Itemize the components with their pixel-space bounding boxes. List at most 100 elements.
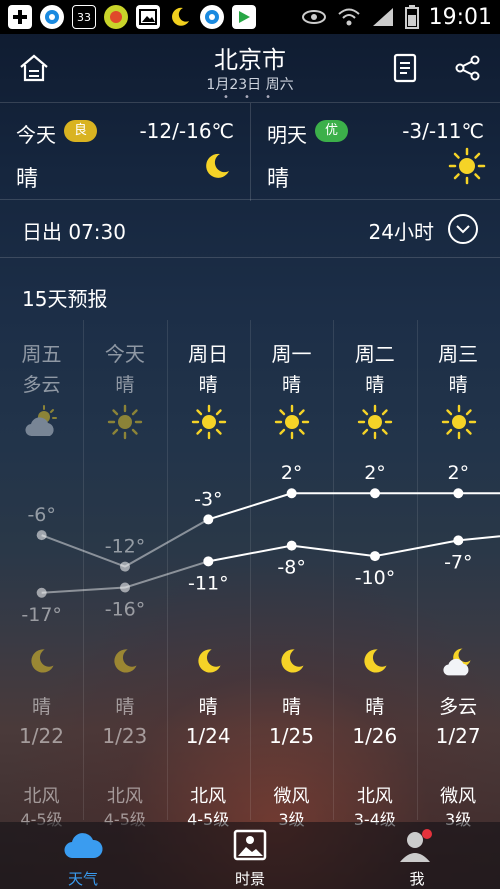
- today-aqi-badge: 良: [64, 120, 98, 142]
- eye-icon: [301, 10, 326, 24]
- forecast-date: 1/26: [352, 724, 398, 748]
- high-temp-label: -3°: [194, 488, 222, 510]
- hourly-expand-button[interactable]: [448, 214, 478, 244]
- forecast-wind-direction: 北风: [190, 786, 227, 807]
- video-icon: [232, 5, 256, 29]
- app-header: 北京市 1月23日 周六 • • •: [0, 34, 500, 103]
- today-tomorrow-panel: 今天 良 -12/-16℃ 晴 明天 优 -3/-11℃ 晴: [0, 102, 500, 201]
- tomorrow-condition: 晴: [267, 167, 290, 192]
- moon-icon: [206, 153, 229, 178]
- low-temp-label: -17°: [21, 604, 62, 626]
- header-date: 1月23日 周六: [206, 77, 294, 93]
- plus-icon: [8, 5, 32, 29]
- high-temp-label: 2°: [448, 462, 470, 484]
- notification-count: 33: [77, 10, 91, 24]
- forecast-wind-direction: 北风: [356, 786, 393, 807]
- forecast-night-condition: 晴: [115, 696, 135, 718]
- temp-point: [119, 582, 130, 593]
- forecast-night-condition: 晴: [281, 696, 301, 718]
- nav-me[interactable]: 我: [334, 822, 500, 889]
- low-temp-label: -7°: [444, 551, 472, 573]
- high-temp-label: 2°: [364, 462, 386, 484]
- moon-status-icon: [168, 5, 192, 29]
- moon-icon: [281, 649, 304, 673]
- share-icon: [455, 55, 480, 81]
- low-temp-label: -16°: [105, 599, 146, 621]
- nav-weather[interactable]: 天气: [0, 822, 166, 889]
- sunrise-row: 日出 07:30 24小时: [0, 200, 500, 258]
- news-button[interactable]: [388, 50, 424, 86]
- notification-count-icon: 33: [72, 5, 96, 29]
- temp-point: [286, 488, 297, 499]
- app-icon: [104, 5, 128, 29]
- browser-icon-2: [200, 5, 224, 29]
- temp-point: [286, 540, 297, 551]
- forecast-title: 15天预报: [22, 287, 108, 311]
- forecast-date: 1/25: [269, 724, 314, 748]
- wifi-icon: [337, 8, 360, 26]
- forecast-night-condition: 多云: [439, 696, 478, 718]
- forecast-night-condition: 晴: [198, 696, 218, 718]
- moon-icon: [114, 649, 137, 673]
- gallery-icon: [136, 5, 160, 29]
- forecast-night-condition: 晴: [365, 696, 385, 718]
- high-temp-label: 2°: [281, 462, 303, 484]
- forecast-wind-direction: 北风: [106, 786, 143, 807]
- clock: 19:01: [428, 4, 492, 30]
- moon-icon: [364, 649, 387, 673]
- city-name[interactable]: 北京市: [0, 40, 500, 75]
- forecast-date: 1/27: [435, 724, 481, 748]
- forecast-date: 1/24: [185, 724, 231, 748]
- temp-point: [203, 514, 214, 525]
- person-icon: [400, 829, 432, 862]
- browser-icon: [40, 5, 64, 29]
- sunrise-time: 日出 07:30: [22, 220, 126, 244]
- temp-point: [36, 530, 47, 541]
- low-temp-label: -10°: [355, 567, 396, 589]
- moon-icon: [31, 649, 54, 673]
- low-temp-label: -11°: [188, 572, 229, 594]
- moon-cloud-icon: [443, 648, 471, 676]
- temperature-chart: -6° -12° -3° 2° 2° 2° -17° -16° -11° -8° -10° -7°: [21, 462, 500, 626]
- temp-point: [453, 488, 464, 499]
- bottom-nav: 天气 时景 我: [0, 822, 500, 889]
- forecast-wind-direction: 微风: [273, 786, 310, 807]
- forecast-date: 1/23: [102, 724, 148, 748]
- low-temp-label: -8°: [277, 557, 305, 579]
- nav-me-label: 我: [409, 870, 425, 888]
- high-temp-label: -12°: [105, 536, 146, 558]
- temp-point: [36, 587, 47, 598]
- tomorrow-card[interactable]: 明天 优 -3/-11℃ 晴: [250, 103, 500, 201]
- cloud-icon: [64, 833, 103, 859]
- moon-icon: [198, 649, 221, 673]
- tomorrow-aqi-badge: 优: [315, 120, 349, 142]
- tomorrow-temp-range: -3/-11℃: [402, 119, 484, 143]
- hourly-label[interactable]: 24小时: [369, 216, 434, 245]
- nav-scene-label: 时景: [234, 870, 265, 888]
- tomorrow-label: 明天: [267, 123, 307, 147]
- temp-point: [119, 561, 130, 572]
- nav-scene[interactable]: 时景: [167, 822, 333, 889]
- forecast-date: 1/22: [19, 724, 64, 748]
- today-condition: 晴: [16, 167, 39, 192]
- temp-point: [453, 535, 464, 546]
- today-temp-range: -12/-16℃: [139, 119, 234, 143]
- document-icon: [393, 53, 417, 83]
- signal-icon: [372, 8, 393, 26]
- battery-icon: [404, 5, 419, 29]
- forecast-wind-direction: 北风: [23, 786, 60, 807]
- forecast-night-condition: 晴: [31, 696, 51, 718]
- status-bar: 33 19:01: [0, 0, 500, 34]
- photo-icon: [233, 829, 267, 861]
- today-card[interactable]: 今天 良 -12/-16℃ 晴: [0, 103, 250, 201]
- forecast-wind-direction: 微风: [440, 786, 477, 807]
- sun-icon: [448, 147, 486, 185]
- nav-weather-label: 天气: [67, 870, 98, 888]
- temp-point: [203, 556, 214, 567]
- temp-point: [369, 551, 380, 562]
- chevron-down-icon: [456, 225, 470, 234]
- today-label: 今天: [16, 123, 56, 147]
- high-temp-label: -6°: [27, 504, 55, 526]
- share-button[interactable]: [450, 50, 486, 86]
- temp-point: [369, 488, 380, 499]
